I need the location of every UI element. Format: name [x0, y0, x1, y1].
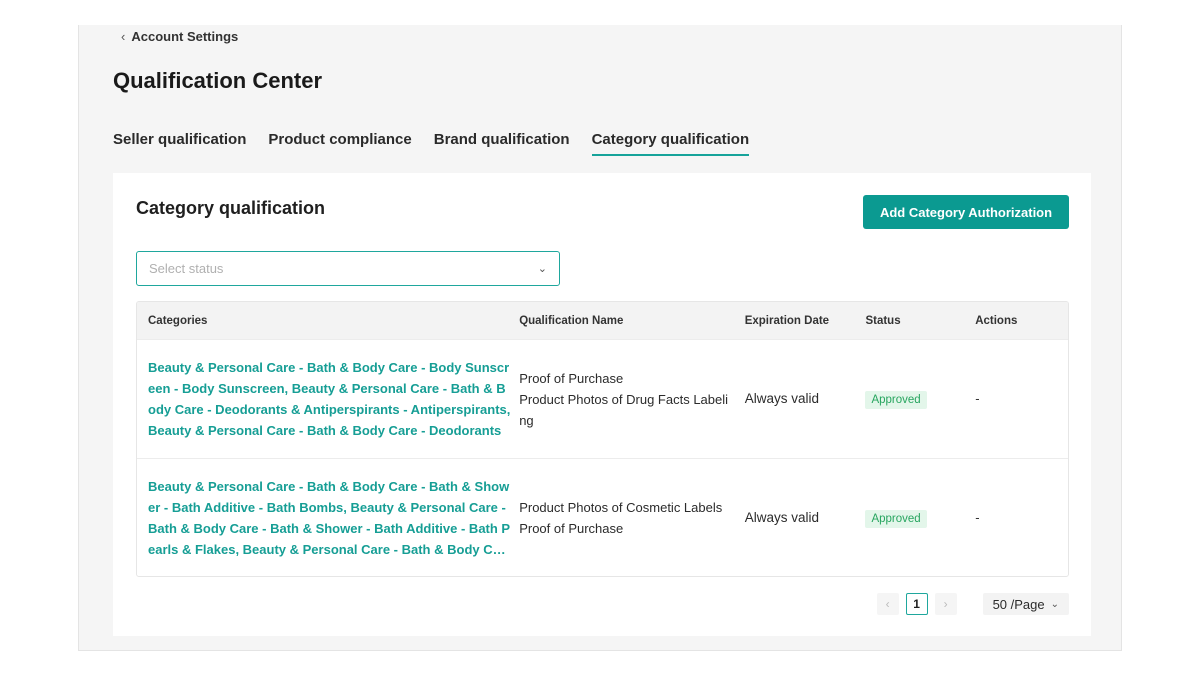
qualification-table: Categories Qualification Name Expiration…	[136, 301, 1069, 577]
column-header-actions: Actions	[975, 314, 1018, 327]
tab-seller-qualification[interactable]: Seller qualification	[113, 131, 246, 156]
chevron-right-icon[interactable]: ›	[934, 593, 957, 615]
actions-cell: -	[975, 391, 980, 406]
expiration-date: Always valid	[744, 510, 819, 525]
breadcrumb-label: Account Settings	[131, 29, 239, 44]
breadcrumb[interactable]: ‹ Account Settings	[121, 29, 238, 44]
chevron-left-icon: ‹	[121, 29, 126, 44]
column-header-qualification-name: Qualification Name	[519, 314, 624, 327]
page-number-button[interactable]: 1	[905, 593, 928, 615]
category-link[interactable]: Beauty & Personal Care - Bath & Body Car…	[148, 476, 511, 560]
tab-product-compliance[interactable]: Product compliance	[268, 131, 411, 156]
actions-cell: -	[975, 510, 980, 525]
add-category-authorization-button[interactable]: Add Category Authorization	[863, 195, 1069, 229]
qualification-name: Proof of Purchase	[519, 521, 624, 536]
column-header-status: Status	[865, 314, 901, 327]
qualification-name: Proof of Purchase	[519, 370, 624, 386]
page-size-label: 50 /Page	[992, 596, 1045, 612]
status-select[interactable]: Select status ⌄	[136, 251, 560, 286]
category-link[interactable]: Beauty & Personal Care - Bath & Body Car…	[148, 357, 511, 441]
status-badge: Approved	[865, 509, 927, 528]
table-header: Categories Qualification Name Expiration…	[137, 302, 1068, 339]
chevron-down-icon: ⌄	[1050, 598, 1059, 610]
page-size-select[interactable]: 50 /Page ⌄	[982, 593, 1069, 615]
expiration-date: Always valid	[744, 391, 819, 406]
column-header-expiration-date: Expiration Date	[744, 314, 830, 327]
status-select-placeholder: Select status	[149, 261, 224, 276]
app-frame: ‹ Account Settings Qualification Center …	[78, 25, 1122, 651]
pagination: ‹ 1 › 50 /Page ⌄	[876, 593, 1069, 615]
qualification-name: Product Photos of Drug Facts Labeling	[519, 391, 729, 428]
status-badge: Approved	[865, 390, 927, 409]
qualification-name: Product Photos of Cosmetic Labels	[519, 500, 723, 515]
table-row: Beauty & Personal Care - Bath & Body Car…	[137, 339, 1068, 458]
tab-brand-qualification[interactable]: Brand qualification	[434, 131, 570, 156]
tab-bar: Seller qualification Product compliance …	[113, 131, 750, 156]
card-title: Category qualification	[136, 198, 326, 218]
chevron-left-icon[interactable]: ‹	[876, 593, 899, 615]
table-row: Beauty & Personal Care - Bath & Body Car…	[137, 458, 1068, 576]
category-qualification-card: Category qualification Add Category Auth…	[113, 173, 1091, 636]
column-header-categories: Categories	[148, 314, 208, 327]
chevron-down-icon: ⌄	[537, 263, 547, 275]
page-title: Qualification Center	[113, 68, 323, 93]
tab-category-qualification[interactable]: Category qualification	[591, 131, 750, 156]
